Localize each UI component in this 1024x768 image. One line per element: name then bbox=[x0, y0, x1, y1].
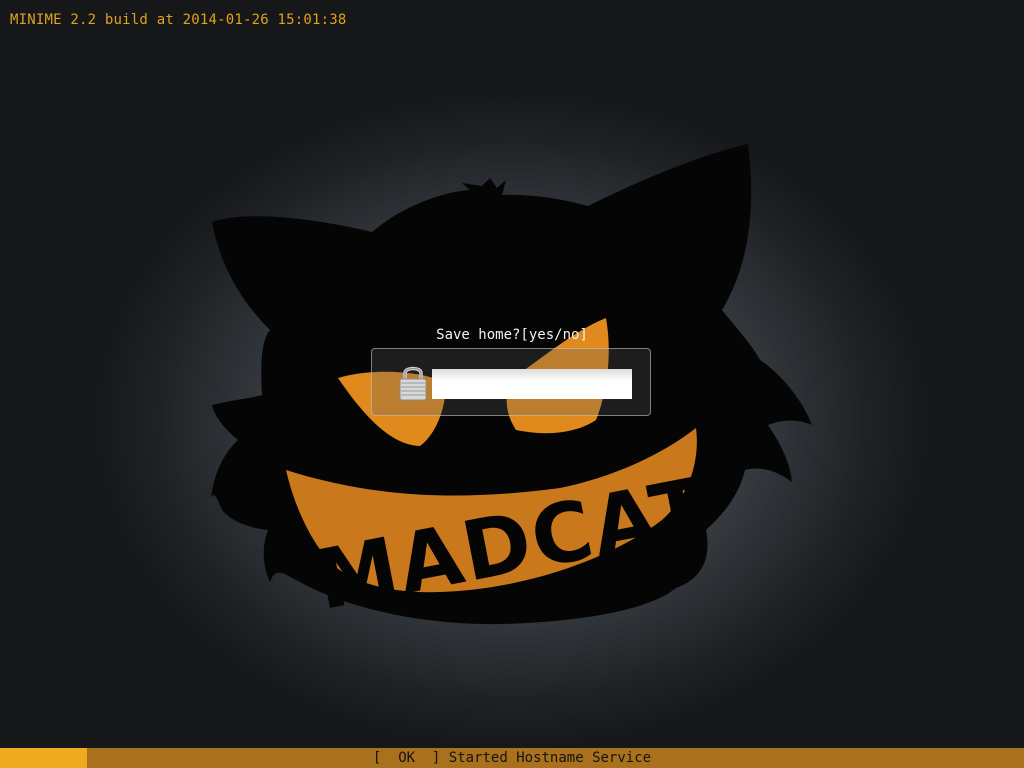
boot-splash-screen: MINIME 2.2 build at 2014-01-26 15:01:38 … bbox=[0, 0, 1024, 768]
status-message: [ OK ] Started Hostname Service bbox=[372, 750, 652, 766]
lock-icon bbox=[399, 366, 427, 401]
login-box bbox=[371, 348, 651, 416]
status-bar: [ OK ] Started Hostname Service bbox=[0, 748, 1024, 768]
password-input[interactable] bbox=[432, 369, 632, 399]
prompt-label: Save home?[yes/no] bbox=[436, 327, 588, 343]
